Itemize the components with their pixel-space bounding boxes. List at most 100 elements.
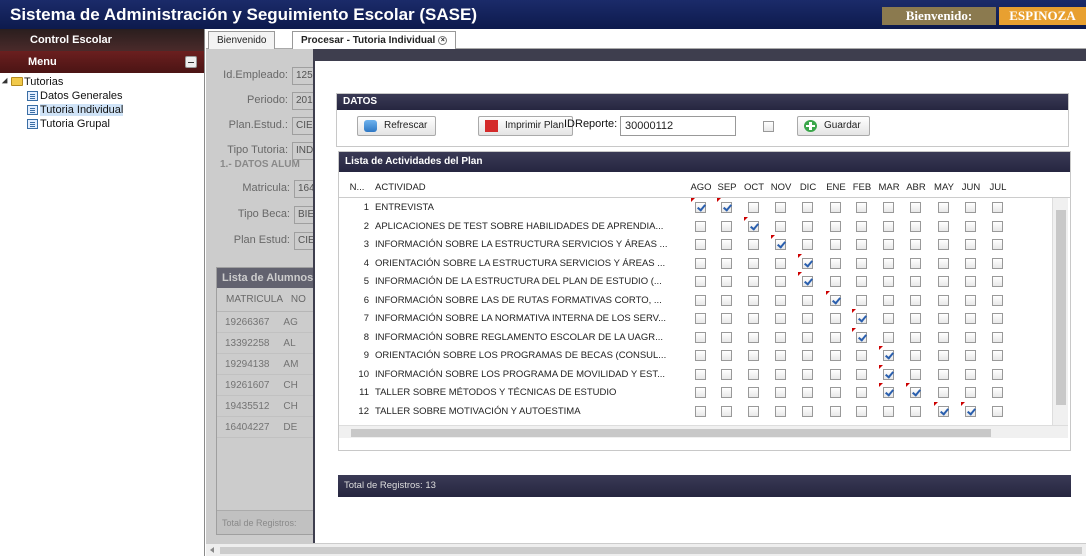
month-checkbox-feb[interactable]: [852, 327, 867, 343]
month-checkbox-jun[interactable]: [965, 350, 976, 361]
month-checkbox-abr[interactable]: [910, 313, 921, 324]
month-checkbox-jul[interactable]: [992, 350, 1003, 361]
month-checkbox-ago[interactable]: [695, 405, 706, 417]
month-checkbox-oct[interactable]: [748, 202, 759, 213]
month-checkbox-abr[interactable]: [910, 405, 921, 417]
month-checkbox-may[interactable]: [938, 239, 949, 250]
col-month-nov[interactable]: NOV: [768, 178, 794, 198]
month-checkbox-nov[interactable]: [775, 257, 786, 269]
idreporte-input[interactable]: 30000112: [620, 116, 736, 136]
scroll-thumb[interactable]: [220, 547, 1082, 554]
month-checkbox-dic[interactable]: [798, 253, 813, 269]
month-checkbox-nov[interactable]: [775, 294, 786, 306]
month-checkbox-ago[interactable]: [695, 276, 706, 287]
month-checkbox-oct[interactable]: [748, 294, 759, 306]
activity-row[interactable]: 10 INFORMACIÓN SOBRE LOS PROGRAMA DE MOVI…: [339, 364, 1052, 385]
month-checkbox-jul[interactable]: [992, 257, 1003, 269]
activity-row[interactable]: 1 ENTREVISTA: [339, 198, 1052, 218]
month-checkbox-may[interactable]: [938, 313, 949, 324]
month-checkbox-jun[interactable]: [965, 294, 976, 306]
month-checkbox-abr[interactable]: [910, 331, 921, 343]
month-checkbox-jul[interactable]: [992, 387, 1003, 398]
month-checkbox-oct[interactable]: [748, 350, 759, 361]
month-checkbox-ago[interactable]: [695, 368, 706, 380]
month-checkbox-jun[interactable]: [961, 401, 976, 417]
month-checkbox-mar[interactable]: [883, 239, 894, 250]
month-checkbox-feb[interactable]: [856, 368, 867, 380]
month-checkbox-nov[interactable]: [775, 202, 786, 213]
col-month-may[interactable]: MAY: [931, 178, 957, 198]
month-checkbox-ene[interactable]: [830, 276, 841, 287]
month-checkbox-mar[interactable]: [883, 405, 894, 417]
month-checkbox-dic[interactable]: [798, 272, 813, 287]
activity-row[interactable]: 8 INFORMACIÓN SOBRE REGLAMENTO ESCOLAR DE…: [339, 327, 1052, 348]
scroll-left-icon[interactable]: [210, 547, 214, 553]
month-checkbox-sep[interactable]: [721, 313, 732, 324]
activity-row[interactable]: 9 ORIENTACIÓN SOBRE LOS PROGRAMAS DE BECA…: [339, 346, 1052, 366]
month-checkbox-mar[interactable]: [883, 257, 894, 269]
tree-item-tutoria-grupal[interactable]: Tutoria Grupal: [0, 118, 204, 130]
month-checkbox-mar[interactable]: [883, 313, 894, 324]
month-checkbox-sep[interactable]: [717, 198, 732, 213]
month-checkbox-jun[interactable]: [965, 387, 976, 398]
col-month-oct[interactable]: OCT: [741, 178, 767, 198]
month-checkbox-dic[interactable]: [802, 405, 813, 417]
tree-item-datos-generales[interactable]: Datos Generales: [0, 90, 204, 102]
month-checkbox-oct[interactable]: [748, 368, 759, 380]
close-icon[interactable]: ×: [438, 36, 448, 45]
month-checkbox-mar[interactable]: [883, 220, 894, 232]
activity-row[interactable]: 2 APLICACIONES DE TEST SOBRE HABILIDADES …: [339, 216, 1052, 237]
month-checkbox-sep[interactable]: [721, 294, 732, 306]
sidebar-header[interactable]: Control Escolar: [0, 29, 204, 51]
month-checkbox-may[interactable]: [938, 368, 949, 380]
month-checkbox-sep[interactable]: [721, 405, 732, 417]
month-checkbox-ago[interactable]: [695, 331, 706, 343]
month-checkbox-dic[interactable]: [802, 350, 813, 361]
month-checkbox-ago[interactable]: [695, 239, 706, 250]
month-checkbox-oct[interactable]: [744, 216, 759, 232]
save-button[interactable]: Guardar: [797, 116, 870, 136]
activity-row[interactable]: 12 TALLER SOBRE MOTIVACIÓN Y AUTOESTIMA: [339, 401, 1052, 422]
expand-arrow-icon[interactable]: [1, 77, 11, 87]
month-checkbox-nov[interactable]: [775, 313, 786, 324]
month-checkbox-ago[interactable]: [695, 350, 706, 361]
month-checkbox-ene[interactable]: [830, 202, 841, 213]
month-checkbox-dic[interactable]: [802, 220, 813, 232]
activity-row[interactable]: 6 INFORMACIÓN SOBRE LAS DE RUTAS FORMATIV…: [339, 290, 1052, 311]
month-checkbox-may[interactable]: [938, 257, 949, 269]
month-checkbox-sep[interactable]: [721, 350, 732, 361]
month-checkbox-abr[interactable]: [910, 276, 921, 287]
col-month-ene[interactable]: ENE: [823, 178, 849, 198]
month-checkbox-nov[interactable]: [775, 405, 786, 417]
month-checkbox-ago[interactable]: [695, 220, 706, 232]
month-checkbox-ene[interactable]: [830, 220, 841, 232]
month-checkbox-sep[interactable]: [721, 368, 732, 380]
month-checkbox-dic[interactable]: [802, 331, 813, 343]
month-checkbox-sep[interactable]: [721, 387, 732, 398]
col-month-feb[interactable]: FEB: [849, 178, 875, 198]
month-checkbox-ene[interactable]: [830, 313, 841, 324]
month-checkbox-jul[interactable]: [992, 405, 1003, 417]
month-checkbox-feb[interactable]: [856, 294, 867, 306]
month-checkbox-oct[interactable]: [748, 405, 759, 417]
month-checkbox-mar[interactable]: [883, 202, 894, 213]
print-plan-button[interactable]: Imprimir Plan: [478, 116, 573, 136]
month-checkbox-ene[interactable]: [830, 257, 841, 269]
collapse-icon[interactable]: [185, 56, 197, 68]
month-checkbox-abr[interactable]: [910, 294, 921, 306]
month-checkbox-feb[interactable]: [856, 387, 867, 398]
month-checkbox-mar[interactable]: [879, 364, 894, 380]
month-checkbox-may[interactable]: [938, 276, 949, 287]
month-checkbox-oct[interactable]: [748, 239, 759, 250]
tree-item-tutorias[interactable]: Tutorias: [0, 76, 204, 88]
page-horizontal-scrollbar[interactable]: [206, 543, 1086, 556]
month-checkbox-feb[interactable]: [856, 405, 867, 417]
month-checkbox-jul[interactable]: [992, 331, 1003, 343]
month-checkbox-may[interactable]: [938, 220, 949, 232]
month-checkbox-mar[interactable]: [883, 276, 894, 287]
month-checkbox-nov[interactable]: [775, 350, 786, 361]
month-checkbox-jun[interactable]: [965, 276, 976, 287]
month-checkbox-jul[interactable]: [992, 202, 1003, 213]
activity-row[interactable]: 7 INFORMACIÓN SOBRE LA NORMATIVA INTERNA …: [339, 309, 1052, 329]
scroll-thumb[interactable]: [351, 429, 991, 437]
